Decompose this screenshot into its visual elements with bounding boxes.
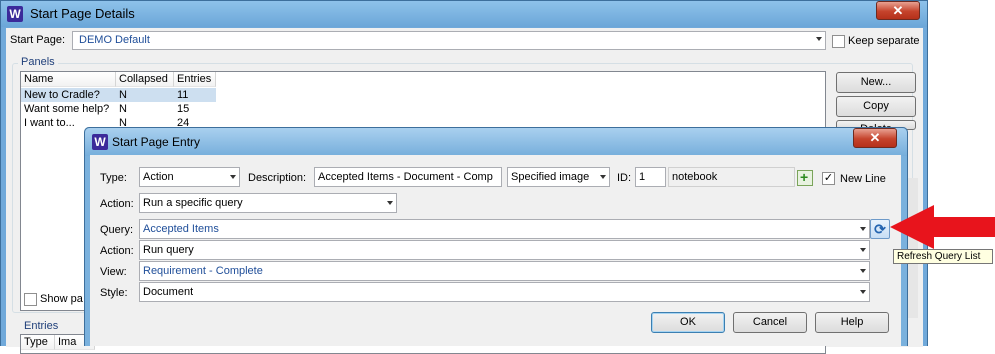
style-label: Style:: [100, 287, 128, 299]
start-page-label: Start Page:: [10, 34, 66, 46]
entries-legend: Entries: [24, 320, 59, 332]
chevron-down-icon: [230, 175, 236, 179]
dialog-close-button[interactable]: ✕: [853, 128, 897, 148]
action-value: Run a specific query: [143, 197, 243, 209]
refresh-icon: ⟳: [874, 221, 886, 237]
id-input[interactable]: 1: [635, 167, 666, 187]
panel-entries: 11: [174, 88, 216, 102]
query-label: Query:: [100, 224, 134, 236]
column-header-entries[interactable]: Entries: [174, 72, 216, 87]
cancel-button[interactable]: Cancel: [733, 312, 807, 333]
image-name-value: notebook: [672, 171, 718, 183]
description-value: Accepted Items - Document - Comp: [318, 171, 493, 183]
show-panel-label: Show pa: [40, 293, 83, 305]
start-page-select[interactable]: DEMO Default: [72, 31, 826, 50]
refresh-query-list-button[interactable]: ⟳: [870, 219, 890, 239]
chevron-down-icon: [387, 201, 393, 205]
view-label: View:: [100, 266, 127, 278]
column-header-type[interactable]: Type: [21, 335, 55, 350]
query-value: Accepted Items: [143, 223, 219, 235]
refresh-tooltip: Refresh Query List: [893, 249, 993, 264]
chevron-down-icon: [860, 269, 866, 273]
dialog-title-bar: W Start Page Entry ✕: [85, 128, 907, 156]
red-arrow-annotation: [890, 205, 995, 249]
panel-name: Want some help?: [24, 103, 110, 115]
id-label: ID:: [617, 172, 632, 184]
window-title: Start Page Details: [30, 6, 135, 21]
query-action-select[interactable]: Run query: [139, 240, 870, 260]
action-label: Action:: [100, 198, 134, 210]
new-line-label: New Line: [840, 173, 886, 185]
chevron-down-icon: [860, 290, 866, 294]
chevron-down-icon: [860, 248, 866, 252]
arrow-shape: [890, 205, 995, 249]
action-select[interactable]: Run a specific query: [139, 193, 397, 213]
add-image-icon[interactable]: [797, 169, 813, 186]
new-button[interactable]: New...: [836, 72, 916, 93]
show-panel-checkbox[interactable]: [24, 293, 37, 306]
close-button[interactable]: ✕: [876, 1, 920, 20]
query-select[interactable]: Accepted Items: [139, 219, 870, 239]
type-label: Type:: [100, 172, 127, 184]
panel-name: New to Cradle?: [21, 88, 116, 102]
style-select[interactable]: Document: [139, 282, 870, 302]
type-select[interactable]: Action: [139, 167, 240, 187]
id-value: 1: [639, 171, 646, 183]
ok-button[interactable]: OK: [651, 312, 725, 333]
image-mode-value: Specified image: [511, 171, 590, 183]
app-icon: W: [7, 6, 23, 22]
column-header-collapsed[interactable]: Collapsed: [116, 72, 174, 87]
chevron-down-icon: [600, 175, 606, 179]
panel-collapsed: N: [119, 103, 127, 115]
keep-separate-label: Keep separate: [848, 35, 920, 47]
panel-entries: 15: [177, 103, 190, 115]
panels-legend: Panels: [18, 56, 58, 68]
start-page-value: DEMO Default: [79, 34, 150, 46]
type-value: Action: [143, 171, 174, 183]
query-action-value: Run query: [143, 244, 194, 256]
query-action-label: Action:: [100, 245, 134, 257]
title-bar: W Start Page Details ✕: [1, 1, 927, 27]
chevron-down-icon: [816, 37, 822, 41]
keep-separate-checkbox[interactable]: [832, 35, 845, 48]
description-label: Description:: [248, 172, 307, 184]
style-value: Document: [143, 286, 194, 298]
app-icon: W: [92, 134, 108, 150]
column-header-name[interactable]: Name: [21, 72, 116, 87]
image-mode-select[interactable]: Specified image: [507, 167, 610, 187]
image-name-field: notebook: [668, 167, 795, 187]
new-line-checkbox[interactable]: ✓: [822, 172, 835, 185]
copy-button[interactable]: Copy: [836, 96, 916, 117]
description-input[interactable]: Accepted Items - Document - Comp: [314, 167, 502, 187]
view-select[interactable]: Requirement - Complete: [139, 261, 870, 281]
view-value: Requirement - Complete: [143, 265, 263, 277]
panel-collapsed: N: [116, 88, 174, 102]
dialog-title: Start Page Entry: [112, 135, 201, 149]
help-button[interactable]: Help: [815, 312, 889, 333]
chevron-down-icon: [860, 227, 866, 231]
